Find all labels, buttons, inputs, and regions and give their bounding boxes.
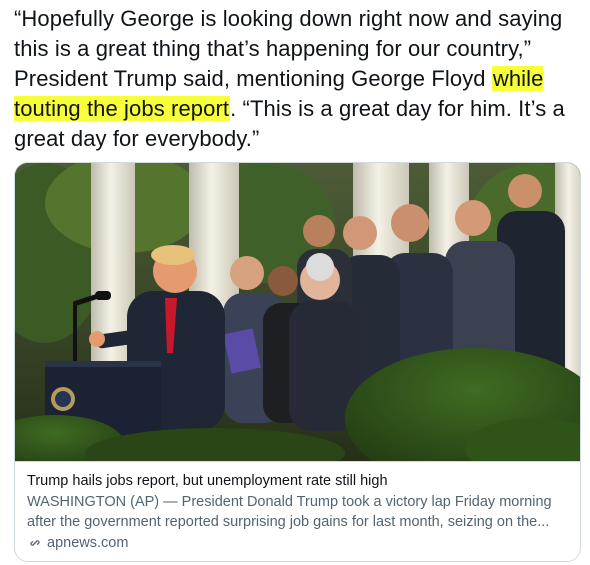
link-icon bbox=[30, 540, 40, 546]
card-domain[interactable]: apnews.com bbox=[27, 533, 568, 553]
card-text[interactable]: Trump hails jobs report, but unemploymen… bbox=[15, 461, 580, 561]
card-domain-text[interactable]: apnews.com bbox=[47, 533, 128, 553]
tweet-text: “Hopefully George is looking down right … bbox=[14, 4, 582, 154]
card-description: WASHINGTON (AP) — President Donald Trump… bbox=[27, 494, 552, 530]
tweet-text-part: “Hopefully George is looking down right … bbox=[14, 6, 563, 91]
card-image[interactable] bbox=[15, 163, 580, 461]
link-preview-card[interactable]: Trump hails jobs report, but unemploymen… bbox=[14, 162, 581, 562]
card-title[interactable]: Trump hails jobs report, but unemploymen… bbox=[27, 472, 568, 491]
news-photo bbox=[15, 163, 580, 461]
